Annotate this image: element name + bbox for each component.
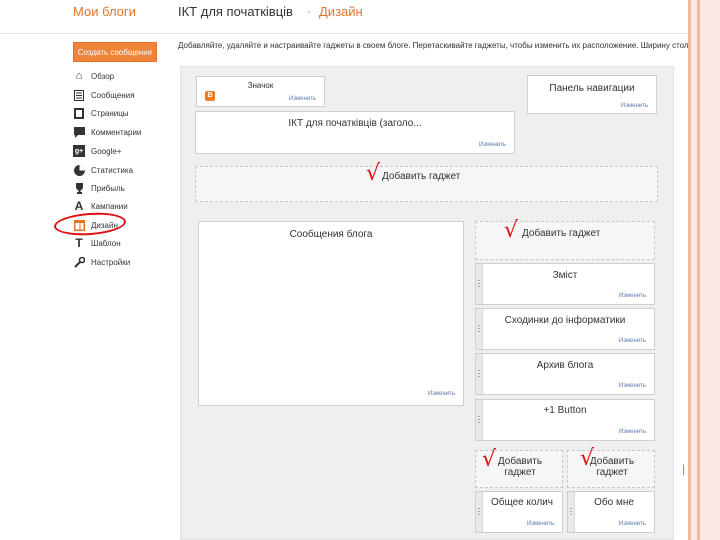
sidebar-item-overview[interactable]: ⌂ Обзор [73, 68, 114, 84]
campaigns-icon: A [74, 199, 84, 213]
add-gadget-area-footer-left[interactable]: √ Добавить гаджет [475, 449, 563, 488]
trophy-icon [73, 182, 85, 194]
add-gadget-link[interactable]: Добавить гаджет [494, 456, 546, 478]
sidebar-item-label: Сообщения [91, 90, 135, 100]
sidebar-item-google-plus[interactable]: g+ Google+ [73, 143, 121, 159]
sidebar-item-campaigns[interactable]: A Кампании [73, 198, 128, 214]
sidebar-gadget[interactable]: Сходинки до інформатики Изменить [475, 308, 655, 350]
sidebar-item-pages[interactable]: Страницы [73, 105, 129, 121]
gadget-title: Сходинки до інформатики [504, 315, 626, 326]
annotation-checkmark: √ [366, 161, 381, 186]
my-blogs-link[interactable]: Мои блоги [73, 4, 136, 19]
sidebar-item-settings[interactable]: Настройки [73, 254, 130, 270]
footer-gadget[interactable]: Общее колич Изменить [475, 491, 563, 533]
comments-icon [73, 126, 85, 138]
wrench-icon [73, 256, 85, 268]
annotation-circle [53, 210, 127, 238]
sidebar-item-label: Обзор [91, 71, 115, 81]
add-gadget-area-sidebar[interactable]: √ Добавить гаджет [475, 218, 655, 260]
add-gadget-link[interactable]: Добавить гаджет [382, 171, 460, 182]
gadget-title: Общее колич [491, 497, 553, 508]
google-plus-icon: g+ [73, 145, 85, 157]
edit-link[interactable]: Изменить [428, 391, 455, 397]
favicon-gadget[interactable]: B Значок Изменить [196, 76, 325, 107]
add-gadget-area-top[interactable]: √ Добавить гаджет [195, 161, 658, 202]
gadget-title: Обо мне [594, 497, 634, 508]
slide-border [688, 0, 720, 540]
add-gadget-area-footer-right[interactable]: √ Добавить гаджет [567, 448, 655, 488]
create-post-button[interactable]: Создать сообщение [73, 42, 157, 62]
sidebar-gadget[interactable]: +1 Button Изменить [475, 399, 655, 441]
edit-link[interactable]: Изменить [619, 521, 646, 527]
sidebar-item-label: Комментарии [91, 127, 142, 137]
add-gadget-link[interactable]: Добавить гаджет [586, 456, 638, 478]
gadget-title: Сообщения блога [289, 229, 373, 240]
posts-icon [73, 89, 85, 101]
sidebar-item-posts[interactable]: Сообщения [73, 87, 134, 103]
breadcrumb-separator: · [307, 4, 312, 19]
sidebar-item-label: Страницы [91, 108, 129, 118]
edit-link[interactable]: Изменить [619, 429, 646, 435]
header-gadget[interactable]: ІКТ для початківців (заголо... Изменить [195, 111, 515, 154]
blogger-icon: B [205, 91, 215, 101]
home-icon: ⌂ [75, 70, 83, 82]
gadget-title: +1 Button [543, 405, 587, 416]
sidebar-gadget[interactable]: Зміст Изменить [475, 263, 655, 305]
gadget-title: ІКТ для початківців (заголо... [288, 118, 422, 129]
sidebar-item-label: Прибыль [91, 183, 125, 193]
sidebar-item-label: Статистика [91, 165, 134, 175]
stats-icon [73, 164, 85, 176]
gadget-title: Панель навигации [549, 83, 635, 94]
header-divider [0, 33, 688, 34]
footer-gadget[interactable]: Обо мне Изменить [567, 491, 655, 533]
slide-edge-mark: | [682, 462, 686, 476]
pages-icon [73, 107, 85, 119]
edit-link[interactable]: Изменить [619, 338, 646, 344]
edit-link[interactable]: Изменить [621, 103, 648, 109]
edit-link[interactable]: Изменить [619, 383, 646, 389]
blog-posts-gadget[interactable]: Сообщения блога Изменить [198, 221, 464, 406]
sidebar-item-label: Настройки [91, 257, 131, 267]
sidebar-item-template[interactable]: T Шаблон [73, 235, 121, 251]
sidebar-item-earnings[interactable]: Прибыль [73, 180, 125, 196]
navbar-gadget[interactable]: Панель навигации Изменить [527, 75, 657, 114]
template-icon: T [75, 236, 83, 250]
edit-link[interactable]: Изменить [289, 96, 316, 102]
page-section-title: Дизайн [319, 4, 363, 19]
edit-link[interactable]: Изменить [479, 142, 506, 148]
sidebar-item-label: Google+ [91, 146, 122, 156]
sidebar-item-label: Кампании [91, 201, 128, 211]
sidebar-gadget[interactable]: Архив блога Изменить [475, 353, 655, 395]
edit-link[interactable]: Изменить [527, 521, 554, 527]
annotation-checkmark: √ [504, 218, 519, 243]
gadget-title: Значок [247, 81, 274, 90]
blog-title-dropdown[interactable]: ІКТ для початківців [178, 4, 293, 19]
sidebar-item-label: Шаблон [91, 238, 121, 248]
sidebar-item-comments[interactable]: Комментарии [73, 124, 141, 140]
gadget-title: Архив блога [536, 360, 594, 371]
sidebar-item-stats[interactable]: Статистика [73, 162, 133, 178]
instruction-text: Добавляйте, удаляйте и настраивайте гадж… [178, 41, 688, 50]
gadget-title: Зміст [552, 270, 578, 281]
add-gadget-link[interactable]: Добавить гаджет [522, 228, 600, 239]
edit-link[interactable]: Изменить [619, 293, 646, 299]
